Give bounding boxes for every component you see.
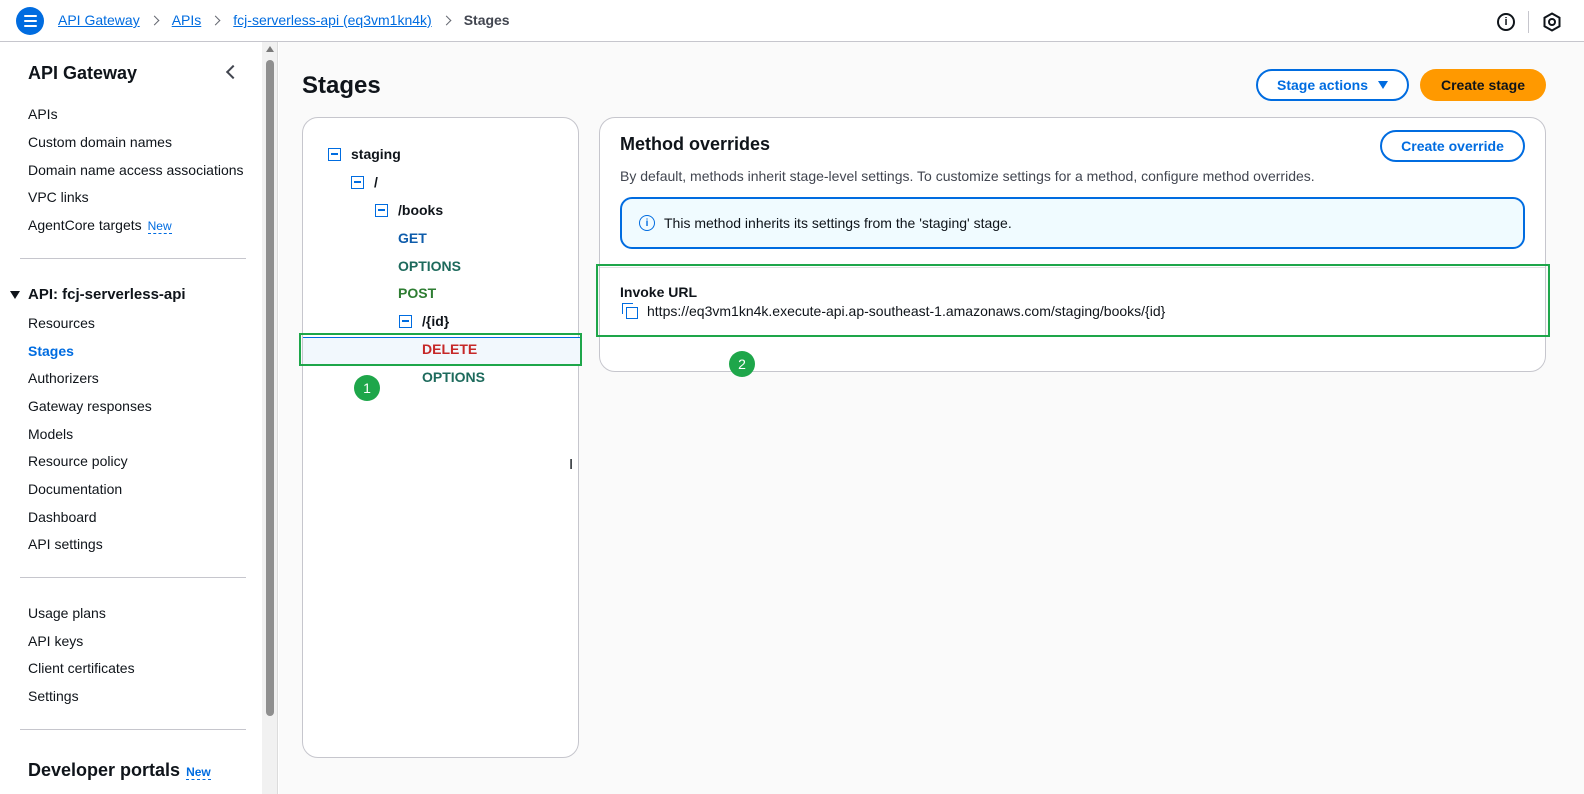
sidebar-item-settings[interactable]: Settings <box>28 688 79 704</box>
sidebar-item-authorizers[interactable]: Authorizers <box>28 370 99 386</box>
breadcrumb-apis[interactable]: APIs <box>172 12 202 28</box>
tree-node-label: /books <box>398 202 444 218</box>
page-title: Stages <box>302 72 381 99</box>
info-icon: i <box>639 215 655 231</box>
tree-node-label: / <box>374 174 378 190</box>
tree-node-label: /{id} <box>422 313 450 329</box>
collapse-sidebar-icon[interactable] <box>225 64 241 80</box>
caret-down-icon <box>1378 81 1389 89</box>
new-badge: New <box>186 765 211 780</box>
hamburger-menu-icon[interactable] <box>16 7 44 35</box>
annotation-highlight-box <box>299 333 582 366</box>
sidebar-item-api-settings[interactable]: API settings <box>28 536 103 552</box>
sidebar-item-api-keys[interactable]: API keys <box>28 633 83 649</box>
step-marker-1: 1 <box>354 375 380 401</box>
method-overrides-description: By default, methods inherit stage-level … <box>620 168 1315 184</box>
text-cursor-icon: I <box>569 456 574 473</box>
sidebar-item-client-certificates[interactable]: Client certificates <box>28 660 135 676</box>
tree-node-staging[interactable]: staging <box>328 146 401 162</box>
api-section-title: API: fcj-serverless-api <box>28 286 186 303</box>
sidebar-item-dashboard[interactable]: Dashboard <box>28 509 97 525</box>
stage-resource-tree: staging / /books GET OPTIONS POST /{id} … <box>302 117 580 758</box>
breadcrumb-api-gateway[interactable]: API Gateway <box>58 12 140 28</box>
sidebar-item-documentation[interactable]: Documentation <box>28 481 122 497</box>
collapse-icon[interactable] <box>375 203 388 217</box>
sidebar-item-domain-name-access-associations[interactable]: Domain name access associations <box>28 162 244 178</box>
sidebar-item-agentcore-targets[interactable]: AgentCore targets New <box>28 217 172 234</box>
tree-node-id[interactable]: /{id} <box>399 313 449 329</box>
side-navigation: API Gateway APIs Custom domain names Dom… <box>0 42 262 794</box>
new-badge: New <box>147 219 172 234</box>
sidebar-item-stages[interactable]: Stages <box>28 343 74 359</box>
create-stage-button[interactable]: Create stage <box>1420 69 1546 101</box>
breadcrumb-current: Stages <box>463 12 510 28</box>
breadcrumb-api-name[interactable]: fcj-serverless-api (eq3vm1kn4k) <box>233 12 431 28</box>
tree-method-get[interactable]: GET <box>398 230 427 246</box>
divider <box>1528 11 1529 33</box>
sidebar-item-resources[interactable]: Resources <box>28 315 95 331</box>
settings-hex-icon[interactable] <box>1542 12 1562 32</box>
tree-method-options-id[interactable]: OPTIONS <box>422 369 485 385</box>
caret-down-icon <box>10 290 20 299</box>
developer-portals-label: Developer portals <box>28 760 181 780</box>
step-marker-2: 2 <box>729 351 755 377</box>
annotation-highlight-box <box>596 264 1550 337</box>
chevron-right-icon <box>210 15 221 25</box>
stage-actions-button[interactable]: Stage actions <box>1256 69 1409 101</box>
sidebar-item-custom-domain-names[interactable]: Custom domain names <box>28 134 172 150</box>
method-overrides-title: Method overrides <box>620 134 771 154</box>
api-section-toggle[interactable]: API: fcj-serverless-api <box>10 286 186 303</box>
tree-node-root[interactable]: / <box>351 174 378 190</box>
main-content: Stages Stage actions Create stage stagin… <box>279 42 1584 794</box>
sidebar-item-vpc-links[interactable]: VPC links <box>28 189 89 205</box>
info-alert: i This method inherits its settings from… <box>620 197 1525 249</box>
sidebar-item-gateway-responses[interactable]: Gateway responses <box>28 398 152 414</box>
collapse-icon[interactable] <box>399 314 412 328</box>
sidebar-item-developer-portals[interactable]: Developer portals New <box>28 760 211 781</box>
top-bar: API Gateway APIs fcj-serverless-api (eq3… <box>0 0 1584 42</box>
chevron-right-icon <box>441 15 452 25</box>
collapse-icon[interactable] <box>351 175 364 189</box>
create-override-button[interactable]: Create override <box>1380 130 1525 162</box>
divider <box>20 577 246 578</box>
sidebar-item-resource-policy[interactable]: Resource policy <box>28 453 128 469</box>
chevron-right-icon <box>149 15 160 25</box>
breadcrumb: API Gateway APIs fcj-serverless-api (eq3… <box>58 12 510 28</box>
tree-node-label: staging <box>351 146 401 162</box>
sidebar-item-usage-plans[interactable]: Usage plans <box>28 605 106 621</box>
scrollbar-thumb[interactable] <box>266 60 274 716</box>
sidebar-item-apis[interactable]: APIs <box>28 106 58 122</box>
scroll-up-arrow-icon[interactable] <box>266 46 274 52</box>
tree-method-post[interactable]: POST <box>398 285 436 301</box>
collapse-icon[interactable] <box>328 147 341 161</box>
divider <box>20 258 246 259</box>
tree-node-books[interactable]: /books <box>375 202 443 218</box>
sidebar-title: API Gateway <box>28 63 138 83</box>
tree-method-options[interactable]: OPTIONS <box>398 258 461 274</box>
stage-actions-label: Stage actions <box>1276 77 1369 93</box>
sidebar-scrollbar[interactable] <box>262 42 278 794</box>
info-alert-text: This method inherits its settings from t… <box>664 215 1012 231</box>
sidebar-item-label: AgentCore targets <box>28 217 142 233</box>
sidebar-item-models[interactable]: Models <box>28 426 73 442</box>
info-icon[interactable]: i <box>1497 13 1515 31</box>
divider <box>20 729 246 730</box>
